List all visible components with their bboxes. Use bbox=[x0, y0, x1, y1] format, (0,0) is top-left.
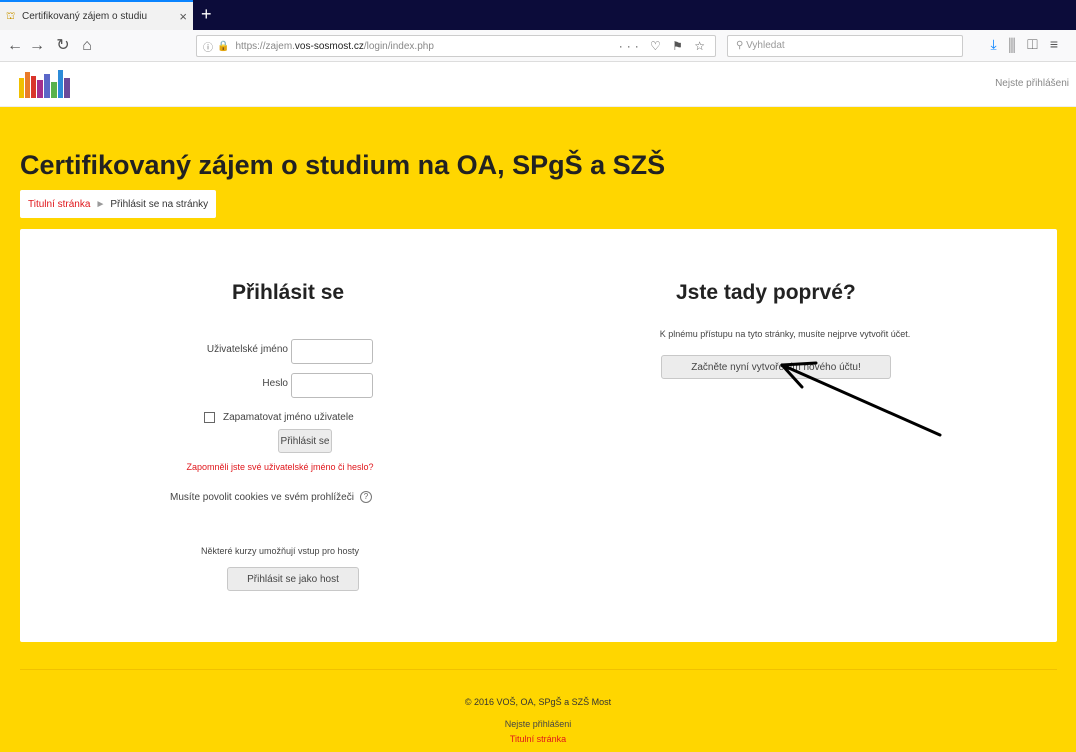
breadcrumb-home-link[interactable]: Titulní stránka bbox=[28, 199, 90, 210]
back-icon[interactable]: ← bbox=[4, 35, 26, 57]
breadcrumb: Titulní stránka ► Přihlásit se na stránk… bbox=[20, 190, 217, 218]
remember-checkbox[interactable] bbox=[204, 412, 215, 423]
breadcrumb-current: Přihlásit se na stránky bbox=[110, 198, 209, 210]
username-input[interactable] bbox=[291, 339, 373, 364]
remember-label: Zapamatovat jméno uživatele bbox=[223, 412, 354, 423]
login-heading: Přihlásit se bbox=[232, 281, 345, 304]
cookies-text: Musíte povolit cookies ve svém prohlížeč… bbox=[170, 491, 354, 503]
password-input[interactable] bbox=[291, 373, 373, 398]
cookies-notice: Musíte povolit cookies ve svém prohlížeč… bbox=[170, 491, 372, 503]
info-icon[interactable]: ⓘ bbox=[203, 39, 213, 54]
browser-nav-bar: ← → ↻ ⌂ ⓘ 🔒 https://zajem. vos-sosmost.c… bbox=[0, 30, 1076, 62]
footer-divider bbox=[20, 669, 1057, 670]
site-favicon-icon: ⛫ bbox=[6, 10, 16, 22]
footer-home-link[interactable]: Titulní stránka bbox=[0, 734, 1076, 744]
forgot-credentials-link[interactable]: Zapomněli jste své uživatelské jméno či … bbox=[20, 462, 540, 472]
library-icon[interactable]: ⫼ bbox=[1009, 36, 1027, 52]
sidebar-icon[interactable]: ◫ bbox=[1027, 36, 1050, 52]
tab-title: Certifikovaný zájem o studiu bbox=[22, 10, 148, 22]
lock-icon: 🔒 bbox=[217, 40, 230, 52]
url-prefix: https://zajem. bbox=[235, 40, 295, 52]
url-path: /login/index.php bbox=[363, 40, 434, 52]
login-button[interactable]: Přihlásit se bbox=[278, 429, 332, 453]
home-icon[interactable]: ⌂ bbox=[76, 35, 98, 57]
search-input[interactable]: ⚲ Vyhledat bbox=[727, 35, 963, 57]
site-logo[interactable] bbox=[17, 68, 79, 100]
search-placeholder: Vyhledat bbox=[746, 40, 785, 51]
annotation-arrow-icon bbox=[780, 361, 942, 437]
site-header: Nejste přihlášeni bbox=[0, 62, 1076, 107]
menu-icon[interactable]: ≡ bbox=[1050, 36, 1070, 52]
footer-login-status: Nejste přihlášeni bbox=[504, 719, 572, 729]
url-host: vos-sosmost.cz bbox=[294, 40, 364, 52]
guest-access-text: Některé kurzy umožňují vstup pro hosty bbox=[200, 546, 360, 556]
password-label: Heslo bbox=[262, 378, 288, 389]
search-icon: ⚲ bbox=[736, 40, 744, 51]
signup-heading: Jste tady poprvé? bbox=[676, 281, 856, 304]
reload-icon[interactable]: ↻ bbox=[52, 35, 74, 57]
browser-tab[interactable]: ⛫ Certifikovaný zájem o studiu × bbox=[0, 0, 193, 30]
download-icon[interactable]: ⤓ bbox=[991, 36, 1009, 52]
page-title: Certifikovaný zájem o studium na OA, SPg… bbox=[20, 150, 666, 180]
browser-toolbar-icons: ⤓⫼◫≡ bbox=[991, 36, 1070, 53]
username-label: Uživatelské jméno bbox=[206, 344, 288, 355]
forward-icon[interactable]: → bbox=[26, 35, 48, 57]
breadcrumb-separator: ► bbox=[95, 198, 106, 210]
login-status: Nejste přihlášeni bbox=[995, 78, 1069, 89]
signup-text: K plnému přístupu na tyto stránky, musít… bbox=[659, 329, 911, 339]
new-tab-icon[interactable]: + bbox=[201, 3, 212, 25]
footer-copyright: © 2016 VOŠ, OA, SPgŠ a SZŠ Most bbox=[464, 697, 612, 707]
page-actions-icon[interactable]: ··· ♡ ⚑ ☆ bbox=[619, 39, 709, 53]
tab-close-icon[interactable]: × bbox=[173, 9, 187, 24]
browser-tab-bar: ⛫ Certifikovaný zájem o studiu × + bbox=[0, 0, 1076, 30]
url-bar[interactable]: ⓘ 🔒 https://zajem. vos-sosmost.cz /login… bbox=[196, 35, 716, 57]
help-icon[interactable]: ? bbox=[359, 491, 372, 503]
remember-username[interactable]: Zapamatovat jméno uživatele bbox=[204, 412, 354, 423]
guest-login-button[interactable]: Přihlásit se jako host bbox=[227, 567, 359, 591]
